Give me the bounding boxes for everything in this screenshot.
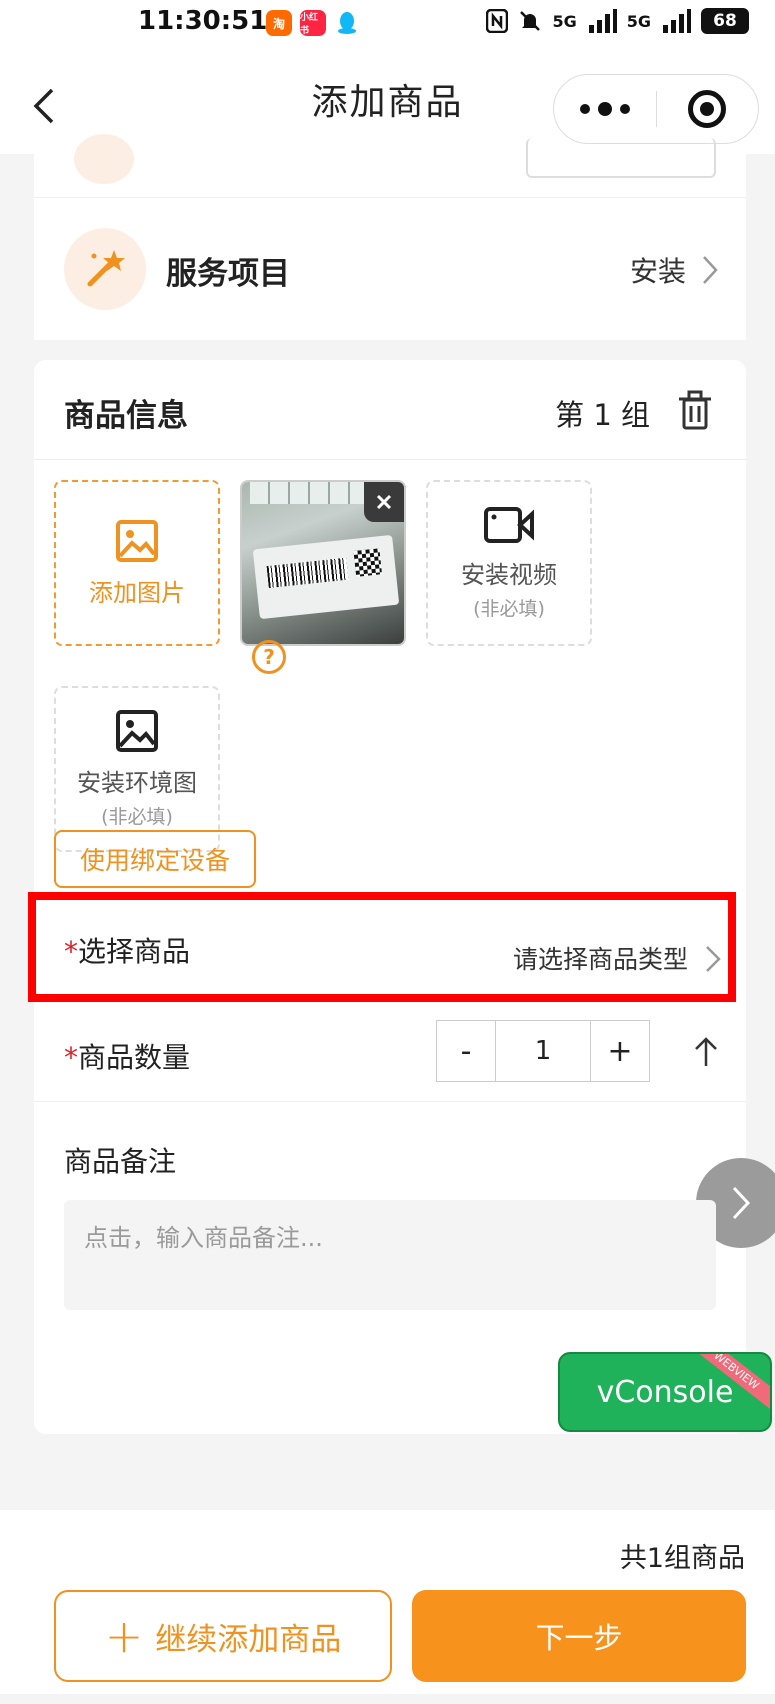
remove-photo-button[interactable] — [364, 482, 404, 522]
service-item-row[interactable]: 服务项目 安装 — [34, 198, 746, 340]
status-bar: 11:30:51 淘 小红书 5G 5G 68 — [0, 0, 775, 44]
trash-icon[interactable] — [678, 390, 712, 430]
quantity-label: *商品数量 — [64, 1041, 191, 1074]
quantity-minus-button[interactable]: - — [437, 1021, 495, 1081]
close-icon — [376, 494, 392, 510]
more-button[interactable] — [554, 74, 656, 144]
goods-quantity-row: *商品数量 - 1 + — [34, 1006, 746, 1102]
status-time: 11:30:51 — [138, 6, 268, 36]
network-5g-2: 5G — [626, 11, 651, 31]
bottom-action-bar: 共1组商品 + 继续添加商品 下一步 — [0, 1510, 775, 1704]
vconsole-label: vConsole — [596, 1374, 734, 1410]
plus-icon: + — [104, 1609, 144, 1663]
continue-add-goods-button[interactable]: + 继续添加商品 — [54, 1590, 392, 1682]
chevron-right-icon — [706, 946, 721, 972]
goods-info-card: 商品信息 第 1 组 添加图片 安装视频 (非必填) 安装环境图 (非必填) ?… — [34, 360, 775, 1434]
status-app-icons: 淘 小红书 — [266, 10, 360, 36]
arrow-up-icon[interactable] — [694, 1036, 718, 1068]
quantity-stepper: - 1 + — [436, 1020, 650, 1082]
install-video-label: 安装视频 — [461, 561, 557, 589]
partial-icon-circle — [74, 134, 134, 184]
goods-remark-input[interactable] — [64, 1200, 716, 1310]
barcode-image — [266, 557, 349, 589]
xiaohongshu-icon: 小红书 — [300, 10, 326, 36]
install-env-optional: (非必填) — [101, 806, 173, 828]
more-icon — [579, 104, 590, 114]
install-video-optional: (非必填) — [473, 598, 545, 620]
next-step-button[interactable]: 下一步 — [412, 1590, 746, 1682]
signal-icon — [588, 9, 617, 33]
page-title: 添加商品 — [311, 82, 464, 123]
required-mark: * — [64, 1041, 78, 1074]
uploaded-photo-thumbnail[interactable] — [240, 480, 406, 646]
required-mark: * — [64, 935, 78, 968]
partial-input-box — [526, 138, 716, 178]
service-item-value: 安装 — [629, 255, 686, 288]
home-indicator — [0, 1694, 775, 1704]
quantity-plus-button[interactable]: + — [591, 1021, 649, 1081]
qq-icon — [334, 10, 360, 36]
chevron-right-icon — [732, 1186, 751, 1220]
magic-wand-icon — [64, 228, 146, 310]
mute-bell-icon — [520, 11, 541, 31]
nfc-icon — [486, 9, 509, 33]
goods-card-header: 商品信息 第 1 组 — [34, 360, 746, 460]
signal-icon — [663, 9, 691, 33]
goods-group-label: 第 1 组 — [555, 398, 650, 432]
status-indicators: 5G 5G 68 — [486, 8, 749, 34]
install-env-label: 安装环境图 — [77, 769, 197, 797]
select-goods-label: *选择商品 — [64, 935, 191, 968]
question-icon[interactable]: ? — [252, 640, 286, 674]
goods-info-title: 商品信息 — [64, 398, 188, 434]
battery-indicator: 68 — [701, 8, 749, 34]
goods-group-count: 共1组商品 — [619, 1543, 745, 1574]
install-video-upload[interactable]: 安装视频 (非必填) — [426, 480, 592, 646]
target-icon — [688, 90, 727, 128]
image-icon — [116, 519, 158, 562]
previous-card-fragment — [34, 134, 746, 198]
mini-program-capsule — [553, 74, 759, 144]
image-icon — [116, 710, 158, 752]
qr-code-image — [353, 548, 383, 577]
photo-product-label — [252, 534, 400, 620]
chevron-right-icon — [703, 256, 718, 284]
goods-remark-label: 商品备注 — [64, 1145, 177, 1178]
select-goods-row[interactable]: *选择商品 请选择商品类型 — [34, 900, 746, 1006]
video-camera-icon — [484, 507, 534, 543]
vconsole-button[interactable]: vConsole WEBVIEW — [558, 1352, 772, 1432]
select-goods-placeholder: 请选择商品类型 — [512, 945, 688, 974]
quantity-value[interactable]: 1 — [495, 1021, 591, 1081]
add-image-label: 添加图片 — [89, 578, 185, 607]
install-environment-upload[interactable]: 安装环境图 (非必填) — [54, 686, 220, 852]
chevron-left-icon[interactable] — [30, 86, 60, 126]
taobao-icon: 淘 — [266, 10, 292, 36]
continue-add-goods-label: 继续添加商品 — [155, 1621, 342, 1658]
close-mini-program-button[interactable] — [657, 74, 759, 144]
use-bound-device-button[interactable]: 使用绑定设备 — [54, 830, 256, 888]
network-5g-1: 5G — [552, 11, 577, 31]
add-image-button[interactable]: 添加图片 — [54, 480, 220, 646]
service-item-label: 服务项目 — [166, 256, 290, 292]
